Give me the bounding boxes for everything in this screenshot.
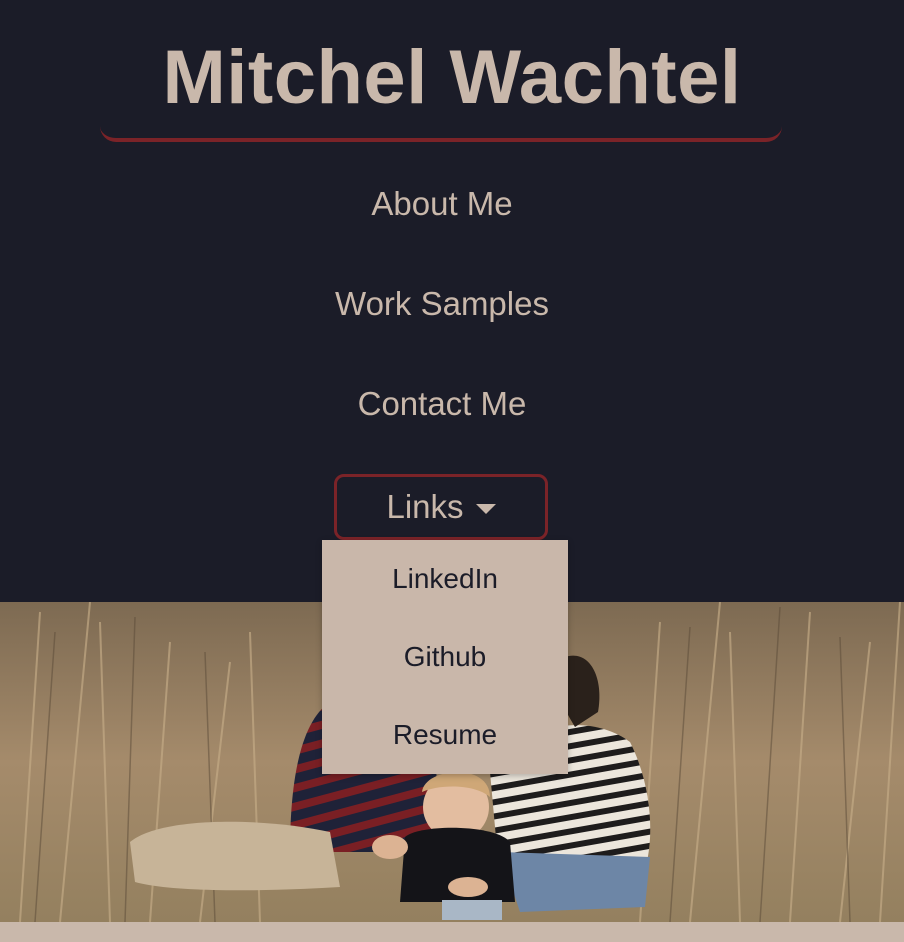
links-dropdown-menu: LinkedIn Github Resume bbox=[322, 540, 568, 774]
footer-strip bbox=[0, 922, 904, 942]
nav-about-me[interactable]: About Me bbox=[0, 184, 884, 224]
nav-work-samples[interactable]: Work Samples bbox=[0, 284, 884, 324]
links-dropdown-button[interactable]: Links bbox=[334, 474, 548, 540]
site-title: Mitchel Wachtel bbox=[162, 35, 742, 120]
dropdown-item-resume[interactable]: Resume bbox=[322, 696, 568, 774]
links-label: Links bbox=[386, 488, 464, 525]
site-header: Mitchel Wachtel About Me Work Samples Co… bbox=[0, 0, 904, 602]
caret-down-icon bbox=[475, 504, 496, 514]
nav-contact-me[interactable]: Contact Me bbox=[0, 384, 884, 424]
title-underline bbox=[100, 118, 782, 142]
dropdown-item-github[interactable]: Github bbox=[322, 618, 568, 696]
dropdown-item-linkedin[interactable]: LinkedIn bbox=[322, 540, 568, 618]
